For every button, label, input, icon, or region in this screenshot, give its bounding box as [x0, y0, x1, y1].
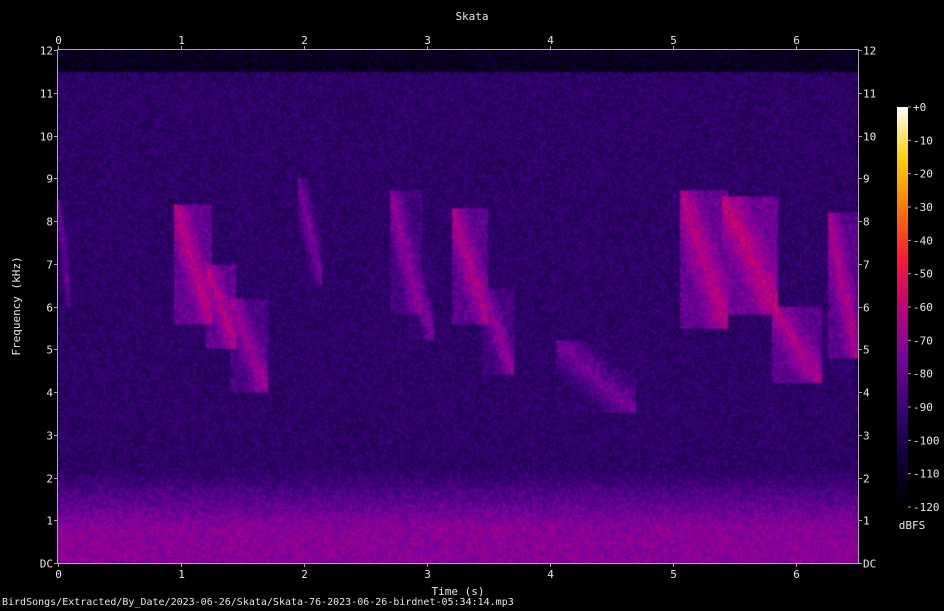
plot-area [57, 49, 859, 564]
x-tick-label-top: 0 [55, 34, 62, 47]
y-tick-label-right: DC [863, 558, 876, 571]
spectrogram-heatmap [58, 50, 858, 563]
y-tick-label-right: 6 [863, 302, 870, 315]
y-tick-label-right: 3 [863, 430, 870, 443]
x-tick-label-top: 6 [793, 34, 800, 47]
y-tick-label-right: 11 [863, 88, 876, 101]
x-tick-label-top: 2 [301, 34, 308, 47]
y-tick-label-left: 2 [46, 473, 53, 486]
x-tick-label-top: 1 [178, 34, 185, 47]
x-tick-label-bottom: 1 [178, 568, 185, 581]
x-tick-label-bottom: 4 [547, 568, 554, 581]
colorbar-tick-label: -40 [913, 234, 933, 247]
y-tick-label-right: 12 [863, 45, 876, 58]
y-axis-label: Frequency (kHz) [10, 256, 23, 355]
y-tick-label-right: 2 [863, 473, 870, 486]
y-tick-label-left: 1 [46, 515, 53, 528]
x-tick-label-bottom: 6 [793, 568, 800, 581]
y-tick-label-left: 7 [46, 259, 53, 272]
colorbar-label: dBFS [899, 519, 926, 532]
file-path-caption: BirdSongs/Extracted/By_Date/2023-06-26/S… [2, 597, 514, 608]
y-tick-label-right: 7 [863, 259, 870, 272]
spectrogram-figure: Skata 00112233445566 DC DC1 12 23 34 45 56 67 78… [10, 10, 940, 598]
colorbar-tick-label: -100 [913, 434, 940, 447]
y-tick-label-left: 12 [40, 45, 53, 58]
y-tick-label-right: 8 [863, 216, 870, 229]
colorbar-tick-label: -30 [913, 201, 933, 214]
colorbar-ticks: +0 -10 -20 -30 -40 -50 -60 -70 -80 -90 -100 -110 -12… [908, 101, 940, 514]
colorbar-tick-label: -50 [913, 268, 933, 281]
colorbar-tick-label: -80 [913, 368, 933, 381]
x-tick-label-top: 5 [670, 34, 677, 47]
colorbar-tick-label: -60 [913, 301, 933, 314]
colorbar-gradient [897, 107, 908, 507]
y-tick-label-left: 11 [40, 88, 53, 101]
y-tick-label-left: 4 [46, 387, 53, 400]
x-tick-label-bottom: 3 [424, 568, 431, 581]
y-tick-label-left: DC [40, 558, 53, 571]
colorbar: +0 -10 -20 -30 -40 -50 -60 -70 -80 -90 -100 -110 -12… [897, 101, 940, 532]
colorbar-tick-label: -70 [913, 334, 933, 347]
colorbar-tick-label: +0 [913, 101, 926, 114]
x-tick-label-bottom: 2 [301, 568, 308, 581]
y-tick-label-left: 8 [46, 216, 53, 229]
y-tick-label-left: 9 [46, 173, 53, 186]
colorbar-tick-label: -10 [913, 134, 933, 147]
y-tick-label-right: 9 [863, 173, 870, 186]
y-tick-label-right: 5 [863, 344, 870, 357]
y-tick-label-left: 3 [46, 430, 53, 443]
colorbar-tick-label: -20 [913, 168, 933, 181]
x-tick-label-top: 3 [424, 34, 431, 47]
x-tick-label-bottom: 5 [670, 568, 677, 581]
y-tick-label-right: 10 [863, 131, 876, 144]
y-tick-label-left: 10 [40, 131, 53, 144]
colorbar-tick-label: -110 [913, 468, 940, 481]
y-tick-label-right: 4 [863, 387, 870, 400]
y-tick-label-left: 5 [46, 344, 53, 357]
y-tick-label-right: 1 [863, 515, 870, 528]
colorbar-tick-label: -120 [913, 501, 940, 514]
chart-title: Skata [455, 10, 488, 23]
x-tick-label-bottom: 0 [55, 568, 62, 581]
colorbar-tick-label: -90 [913, 401, 933, 414]
y-tick-label-left: 6 [46, 302, 53, 315]
x-tick-label-top: 4 [547, 34, 554, 47]
